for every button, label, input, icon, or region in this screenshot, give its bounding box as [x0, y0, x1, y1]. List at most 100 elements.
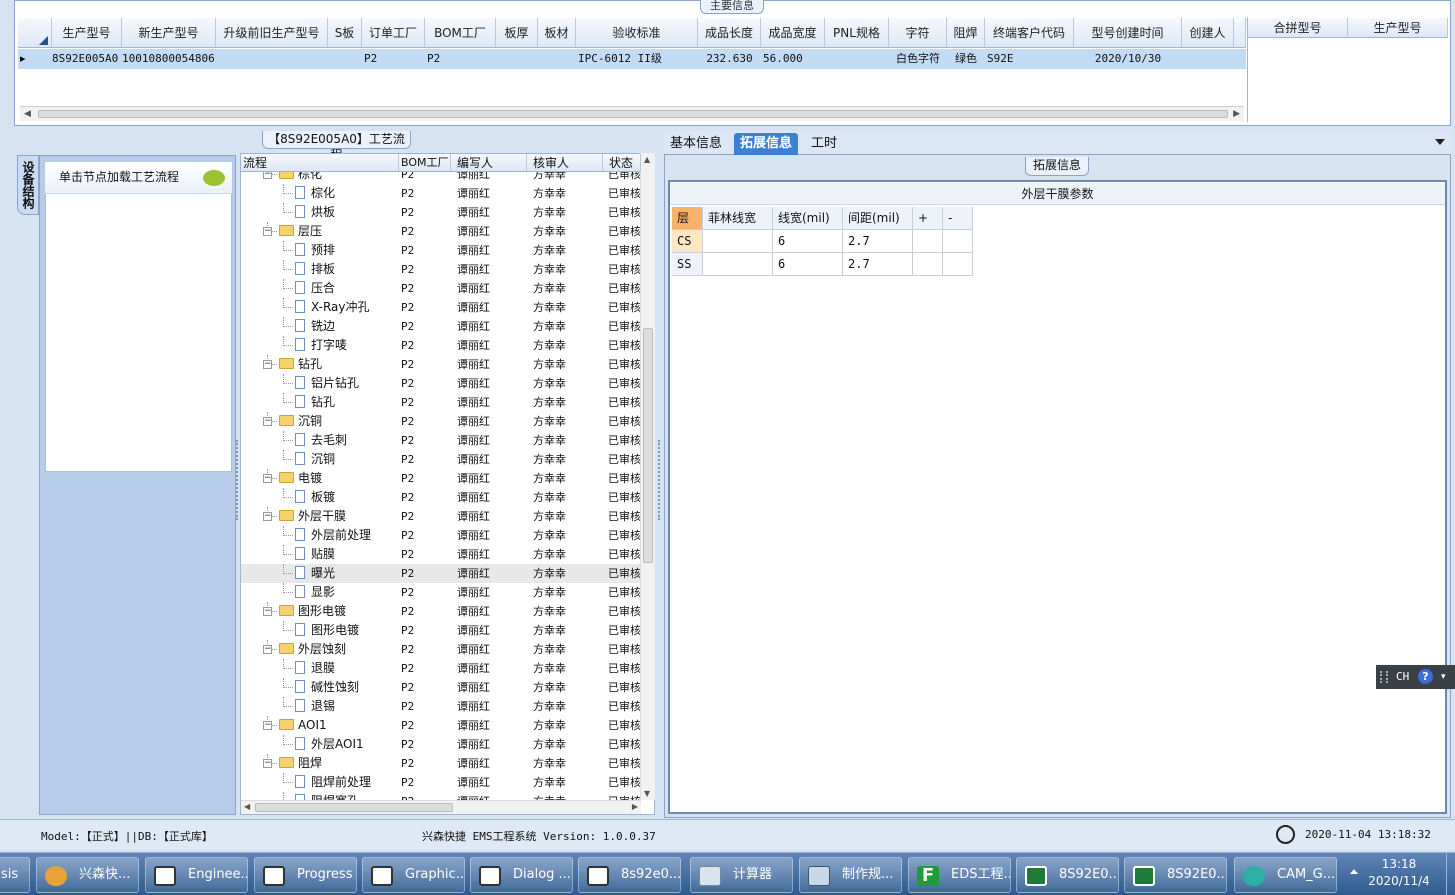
tree-step-row[interactable]: 打字唛 P2 谭丽红 方幸幸 已审核: [241, 336, 641, 355]
collapse-icon[interactable]: −: [263, 512, 272, 521]
cell-silkscreen[interactable]: 白色字符: [889, 49, 947, 69]
scroll-left-icon[interactable]: ◀: [24, 109, 31, 119]
param-film-width[interactable]: [703, 253, 773, 276]
tree-cell-status[interactable]: 已审核: [608, 336, 641, 355]
tab-extended-info[interactable]: 拓展信息: [734, 133, 799, 155]
process-flow-tree[interactable]: 流程 BOM工厂 编写人 核审人 状态 − 棕化 P2 谭丽红 方幸幸 已审核 棕化 P2 谭丽…: [240, 153, 655, 815]
tree-cell-writer[interactable]: 谭丽红: [457, 545, 490, 564]
tree-cell-reviewer[interactable]: 方幸幸: [533, 336, 566, 355]
tree-node[interactable]: 外层AOI1: [295, 735, 364, 754]
tree-step-row[interactable]: 外层AOI1 P2 谭丽红 方幸幸 已审核: [241, 735, 641, 754]
tree-step-row[interactable]: X-Ray冲孔 P2 谭丽红 方幸幸 已审核: [241, 298, 641, 317]
param-minus-cell[interactable]: [943, 230, 973, 253]
tree-step-row[interactable]: 去毛刺 P2 谭丽红 方幸幸 已审核: [241, 431, 641, 450]
tree-cell-status[interactable]: 已审核: [608, 355, 641, 374]
tree-cell-status[interactable]: 已审核: [608, 773, 641, 792]
param-col-header[interactable]: 线宽(mil): [773, 207, 843, 230]
tree-group-row[interactable]: − 钻孔 P2 谭丽红 方幸幸 已审核: [241, 355, 641, 374]
tree-cell-status[interactable]: 已审核: [608, 469, 641, 488]
scroll-down-icon[interactable]: ▼: [644, 789, 650, 798]
tree-cell-reviewer[interactable]: 方幸幸: [533, 545, 566, 564]
tree-cell-status[interactable]: 已审核: [608, 716, 641, 735]
merge-model-grid[interactable]: 合拼型号 生产型号: [1247, 18, 1448, 122]
scroll-thumb[interactable]: [643, 328, 653, 563]
tree-col-header[interactable]: 核审人: [527, 154, 603, 172]
tree-step-row[interactable]: 铝片钻孔 P2 谭丽红 方幸幸 已审核: [241, 374, 641, 393]
tree-group-row[interactable]: − 电镀 P2 谭丽红 方幸幸 已审核: [241, 469, 641, 488]
tree-group-row[interactable]: − 层压 P2 谭丽红 方幸幸 已审核: [241, 222, 641, 241]
tab-equipment-structure[interactable]: 设备结构: [17, 155, 39, 215]
col-header[interactable]: S板: [328, 18, 362, 48]
right-splitter[interactable]: [658, 440, 662, 520]
tree-cell-bom[interactable]: P2: [401, 431, 414, 450]
tree-node[interactable]: 图形电镀: [295, 621, 359, 640]
tree-node[interactable]: 板镀: [295, 488, 335, 507]
tree-col-header[interactable]: 状态: [603, 154, 641, 172]
col-header[interactable]: 生产型号: [1348, 18, 1448, 38]
help-icon[interactable]: ?: [1418, 669, 1433, 684]
tree-cell-bom[interactable]: P2: [401, 450, 414, 469]
tree-cell-bom[interactable]: P2: [401, 412, 414, 431]
col-header[interactable]: 验收标准: [576, 18, 698, 48]
tree-cell-status[interactable]: 已审核: [608, 450, 641, 469]
tree-cell-bom[interactable]: P2: [401, 564, 414, 583]
tree-cell-writer[interactable]: 谭丽红: [457, 412, 490, 431]
tree-cell-status[interactable]: 已审核: [608, 602, 641, 621]
tree-cell-writer[interactable]: 谭丽红: [457, 621, 490, 640]
tree-cell-status[interactable]: 已审核: [608, 241, 641, 260]
tree-step-row[interactable]: 棕化 P2 谭丽红 方幸幸 已审核: [241, 184, 641, 203]
tree-group-row[interactable]: − 图形电镀 P2 谭丽红 方幸幸 已审核: [241, 602, 641, 621]
tree-cell-status[interactable]: 已审核: [608, 203, 641, 222]
tree-cell-writer[interactable]: 谭丽红: [457, 279, 490, 298]
tree-cell-writer[interactable]: 谭丽红: [457, 469, 490, 488]
scroll-thumb[interactable]: [38, 110, 1228, 118]
col-header[interactable]: PNL规格: [825, 18, 889, 48]
tree-cell-bom[interactable]: P2: [401, 545, 414, 564]
collapse-icon[interactable]: −: [263, 227, 272, 236]
tree-cell-writer[interactable]: 谭丽红: [457, 754, 490, 773]
tree-node[interactable]: 外层干膜: [279, 507, 346, 526]
tree-cell-bom[interactable]: P2: [401, 678, 414, 697]
cell-length[interactable]: 232.630: [698, 49, 761, 69]
scroll-right-icon[interactable]: ▶: [632, 802, 638, 811]
tree-cell-writer[interactable]: 谭丽红: [457, 260, 490, 279]
tree-cell-status[interactable]: 已审核: [608, 754, 641, 773]
col-header[interactable]: 板厚: [496, 18, 538, 48]
col-header[interactable]: 阻焊: [947, 18, 985, 48]
tree-cell-status[interactable]: 已审核: [608, 298, 641, 317]
scroll-up-icon[interactable]: ▲: [644, 155, 650, 164]
tree-cell-status[interactable]: 已审核: [608, 431, 641, 450]
col-header[interactable]: 型号创建时间: [1074, 18, 1182, 48]
cell-order-factory[interactable]: P2: [364, 49, 425, 69]
param-film-width[interactable]: [703, 230, 773, 253]
col-header[interactable]: 订单工厂: [362, 18, 425, 48]
tree-cell-status[interactable]: 已审核: [608, 412, 641, 431]
taskbar-item[interactable]: 8S92E0...: [1016, 857, 1119, 893]
grip-icon[interactable]: [1380, 671, 1388, 683]
cell-width[interactable]: 56.000: [761, 49, 825, 69]
collapse-icon[interactable]: −: [263, 721, 272, 730]
tree-cell-reviewer[interactable]: 方幸幸: [533, 260, 566, 279]
tree-group-row[interactable]: − AOI1 P2 谭丽红 方幸幸 已审核: [241, 716, 641, 735]
tree-cell-writer[interactable]: 谭丽红: [457, 526, 490, 545]
tree-cell-status[interactable]: 已审核: [608, 526, 641, 545]
tree-cell-bom[interactable]: P2: [401, 735, 414, 754]
tree-cell-bom[interactable]: P2: [401, 526, 414, 545]
tree-cell-reviewer[interactable]: 方幸幸: [533, 621, 566, 640]
param-col-header[interactable]: 间距(mil): [843, 207, 913, 230]
tree-node[interactable]: 沉铜: [295, 450, 335, 469]
tree-cell-status[interactable]: 已审核: [608, 374, 641, 393]
tree-cell-bom[interactable]: P2: [401, 507, 414, 526]
tree-cell-reviewer[interactable]: 方幸幸: [533, 393, 566, 412]
tree-horizontal-scrollbar[interactable]: ◀ ▶: [241, 800, 641, 814]
taskbar-item[interactable]: Graphic...: [362, 857, 465, 893]
tree-node[interactable]: 阻焊: [279, 754, 322, 773]
tree-cell-status[interactable]: 已审核: [608, 279, 641, 298]
tree-step-row[interactable]: 排板 P2 谭丽红 方幸幸 已审核: [241, 260, 641, 279]
tree-cell-reviewer[interactable]: 方幸幸: [533, 583, 566, 602]
tree-cell-bom[interactable]: P2: [401, 241, 414, 260]
col-header[interactable]: 字符: [889, 18, 947, 48]
tree-cell-reviewer[interactable]: 方幸幸: [533, 602, 566, 621]
collapse-icon[interactable]: −: [263, 759, 272, 768]
tree-step-row[interactable]: 沉铜 P2 谭丽红 方幸幸 已审核: [241, 450, 641, 469]
